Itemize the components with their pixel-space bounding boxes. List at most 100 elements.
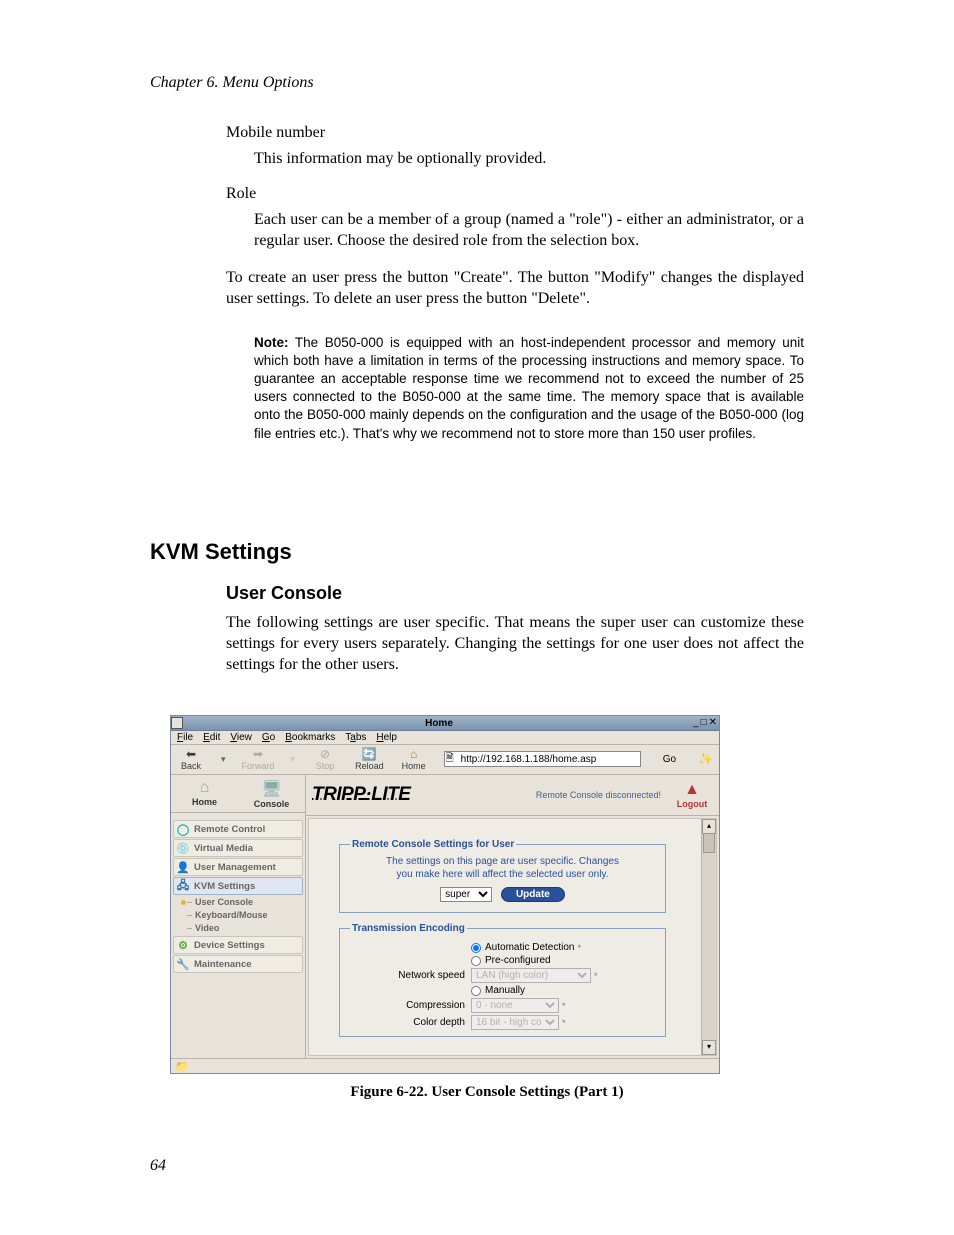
minimize-button[interactable]: _	[693, 718, 699, 728]
nav-kvm-settings[interactable]: 🖧 KVM Settings	[173, 877, 303, 895]
console-tile-icon: 🖥	[238, 779, 305, 799]
nav-device-settings[interactable]: ⚙ Device Settings	[173, 936, 303, 954]
home-tile-label: Home	[192, 797, 217, 807]
nav-remote-label: Remote Control	[194, 824, 265, 835]
status-text: Remote Console disconnected!	[410, 790, 671, 800]
fs1-legend: Remote Console Settings for User	[350, 839, 516, 850]
menubar: File Edit View Go Bookmarks Tabs Help	[171, 731, 719, 745]
asterisk-icon: *	[562, 1001, 566, 1011]
para-create: To create an user press the button "Crea…	[226, 267, 804, 309]
label-color-depth: Color depth	[350, 1017, 471, 1028]
nav-remote-control[interactable]: ◯ Remote Control	[173, 820, 303, 838]
nav-virtual-media[interactable]: 💿 Virtual Media	[173, 839, 303, 857]
label-network-speed: Network speed	[350, 970, 471, 981]
reload-button[interactable]: 🔄 Reload	[355, 747, 384, 771]
nav-sub-keyboard[interactable]: Keyboard/Mouse	[187, 909, 303, 922]
fs-remote-console-user: Remote Console Settings for User The set…	[339, 839, 666, 913]
device-icon: ⚙	[176, 939, 190, 951]
window-title: Home	[185, 718, 693, 729]
maximize-button[interactable]: □	[701, 718, 707, 728]
scroll-up-button[interactable]: ▴	[702, 819, 716, 834]
page-number: 64	[150, 1157, 166, 1175]
back-split-icon[interactable]: ▾	[221, 754, 226, 765]
nav-home-tile[interactable]: ⌂ Home	[171, 775, 238, 812]
back-icon: ⬅	[183, 747, 199, 761]
page-icon: 🗎	[444, 751, 454, 768]
nav-sub-userconsole[interactable]: User Console	[187, 896, 303, 909]
menu-help[interactable]: Help	[376, 732, 397, 743]
stop-button: ⊘ Stop	[311, 747, 339, 771]
label-compression: Compression	[350, 1000, 471, 1011]
nav-user-management[interactable]: 👤User Management	[173, 858, 303, 876]
nav-console-tile[interactable]: 🖥 Console	[238, 775, 305, 812]
statusbar: 📁	[171, 1058, 719, 1073]
select-network-speed[interactable]: LAN (high color)	[471, 968, 591, 983]
sysmenu-icon[interactable]	[171, 717, 183, 729]
home-icon: ⌂	[406, 747, 422, 761]
menu-edit[interactable]: Edit	[203, 732, 220, 743]
nav-maint-label: Maintenance	[194, 959, 252, 970]
menu-bookmarks[interactable]: Bookmarks	[285, 732, 335, 743]
remote-icon: ◯	[176, 823, 190, 835]
fs1-info: The settings on this page are user speci…	[350, 856, 655, 881]
close-button[interactable]: ✕	[709, 718, 717, 728]
address-bar: 🗎	[444, 751, 641, 768]
nav-kvm-label: KVM Settings	[194, 881, 255, 892]
nav-maintenance[interactable]: 🔧Maintenance	[173, 955, 303, 973]
nav-tree: ◯ Remote Control 💿 Virtual Media 👤User Man…	[171, 813, 305, 973]
para-userconsole: The following settings are user specific…	[226, 612, 804, 675]
virtual-icon: 💿	[176, 842, 190, 854]
forward-icon: ➡	[250, 747, 266, 761]
select-compression[interactable]: 0 - none	[471, 998, 559, 1013]
logout-label: Logout	[677, 799, 708, 809]
forward-label: Forward	[242, 761, 275, 771]
h3-user-console: User Console	[226, 583, 804, 604]
scrollbar[interactable]: ▴ ▾	[701, 819, 716, 1055]
go-button[interactable]: Go	[657, 754, 682, 765]
nav-device-label: Device Settings	[194, 940, 265, 951]
defn-mobile: This information may be optionally provi…	[254, 148, 804, 169]
left-column: ⌂ Home 🖥 Console ◯ Remote Control 💿 Virtua…	[171, 775, 306, 1058]
menu-file[interactable]: File	[177, 732, 193, 743]
menu-view[interactable]: View	[230, 732, 252, 743]
logout-icon: ▲	[671, 781, 713, 799]
logout-button[interactable]: ▲ Logout	[671, 781, 713, 810]
h2-kvm-settings: KVM Settings	[150, 539, 804, 565]
wand-icon[interactable]: ✨	[698, 752, 713, 766]
note-label: Note:	[254, 335, 289, 350]
scroll-down-button[interactable]: ▾	[702, 1040, 716, 1055]
back-button[interactable]: ⬅ Back	[177, 747, 205, 771]
asterisk-icon: *	[562, 1018, 566, 1028]
radio-auto[interactable]	[471, 943, 481, 953]
nav-sub-video[interactable]: Video	[187, 922, 303, 935]
userman-icon: 👤	[176, 861, 190, 873]
kvm-icon: 🖧	[176, 880, 190, 892]
right-column: TRIPP·LITE Remote Console disconnected! …	[306, 775, 719, 1058]
term-role: Role	[226, 185, 804, 203]
forward-split-icon[interactable]: ▾	[291, 754, 296, 765]
scroll-thumb[interactable]	[703, 833, 715, 853]
reload-icon: 🔄	[361, 747, 377, 761]
fs-transmission-encoding: Transmission Encoding Automatic Detectio…	[339, 923, 666, 1037]
select-color-depth[interactable]: 16 bit - high col	[471, 1015, 559, 1030]
menu-go[interactable]: Go	[262, 732, 275, 743]
menu-tabs[interactable]: Tabs	[345, 732, 366, 743]
fs2-legend: Transmission Encoding	[350, 923, 467, 934]
stop-label: Stop	[316, 761, 335, 771]
figure-screenshot: Home _ □ ✕ File Edit View Go Bookmarks T…	[170, 715, 804, 1101]
radio-manual[interactable]	[471, 986, 481, 996]
home-button[interactable]: ⌂ Home	[400, 747, 428, 771]
stop-icon: ⊘	[317, 747, 333, 761]
content-area: ⌂ Home 🖥 Console ◯ Remote Control 💿 Virtua…	[171, 775, 719, 1058]
term-mobile: Mobile number	[226, 124, 804, 142]
update-button[interactable]: Update	[501, 887, 565, 902]
url-input[interactable]	[444, 751, 641, 767]
forward-button[interactable]: ➡ Forward	[242, 747, 275, 771]
nav-virtual-label: Virtual Media	[194, 843, 253, 854]
user-select[interactable]: super	[440, 887, 492, 902]
label-manual: Manually	[485, 985, 525, 996]
statusbar-icon: 📁	[175, 1060, 189, 1073]
radio-pre[interactable]	[471, 956, 481, 966]
brand-bar: TRIPP·LITE Remote Console disconnected! …	[306, 775, 719, 816]
label-pre: Pre-configured	[485, 955, 551, 966]
